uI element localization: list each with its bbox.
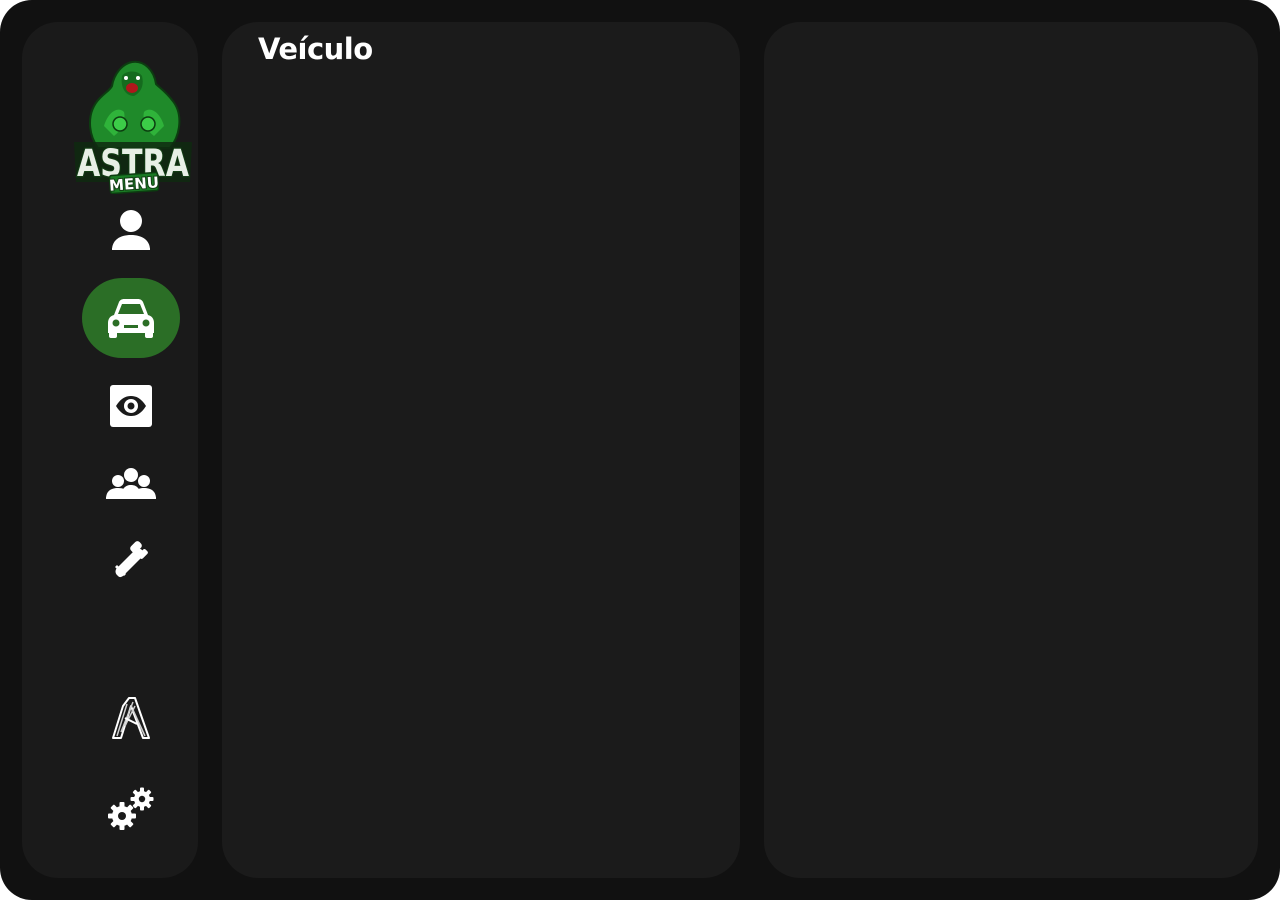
nav-brand-button[interactable] [82,678,180,758]
weapon-icon [115,541,148,578]
nav-online-button[interactable] [82,444,180,524]
nav-visual-button[interactable] [82,366,180,446]
nav-player-button[interactable] [82,190,180,270]
sidebar: ASTRA MENU [22,22,198,878]
nav-vehicle-button[interactable] [82,278,180,358]
gears-icon [108,787,154,830]
car-icon [108,299,154,338]
main-panel: Veículo [222,22,740,878]
nav-weapon-button[interactable] [82,518,180,598]
brand-icon [112,697,150,739]
nav-settings-button[interactable] [82,770,180,850]
astra-menu-logo: ASTRA MENU [74,60,192,194]
secondary-panel [764,22,1258,878]
eye-icon [110,385,152,427]
page-title: Veículo [258,32,373,66]
app-window: ASTRA MENU Veículo [0,0,1280,900]
user-icon [112,210,150,250]
group-icon [106,468,156,499]
